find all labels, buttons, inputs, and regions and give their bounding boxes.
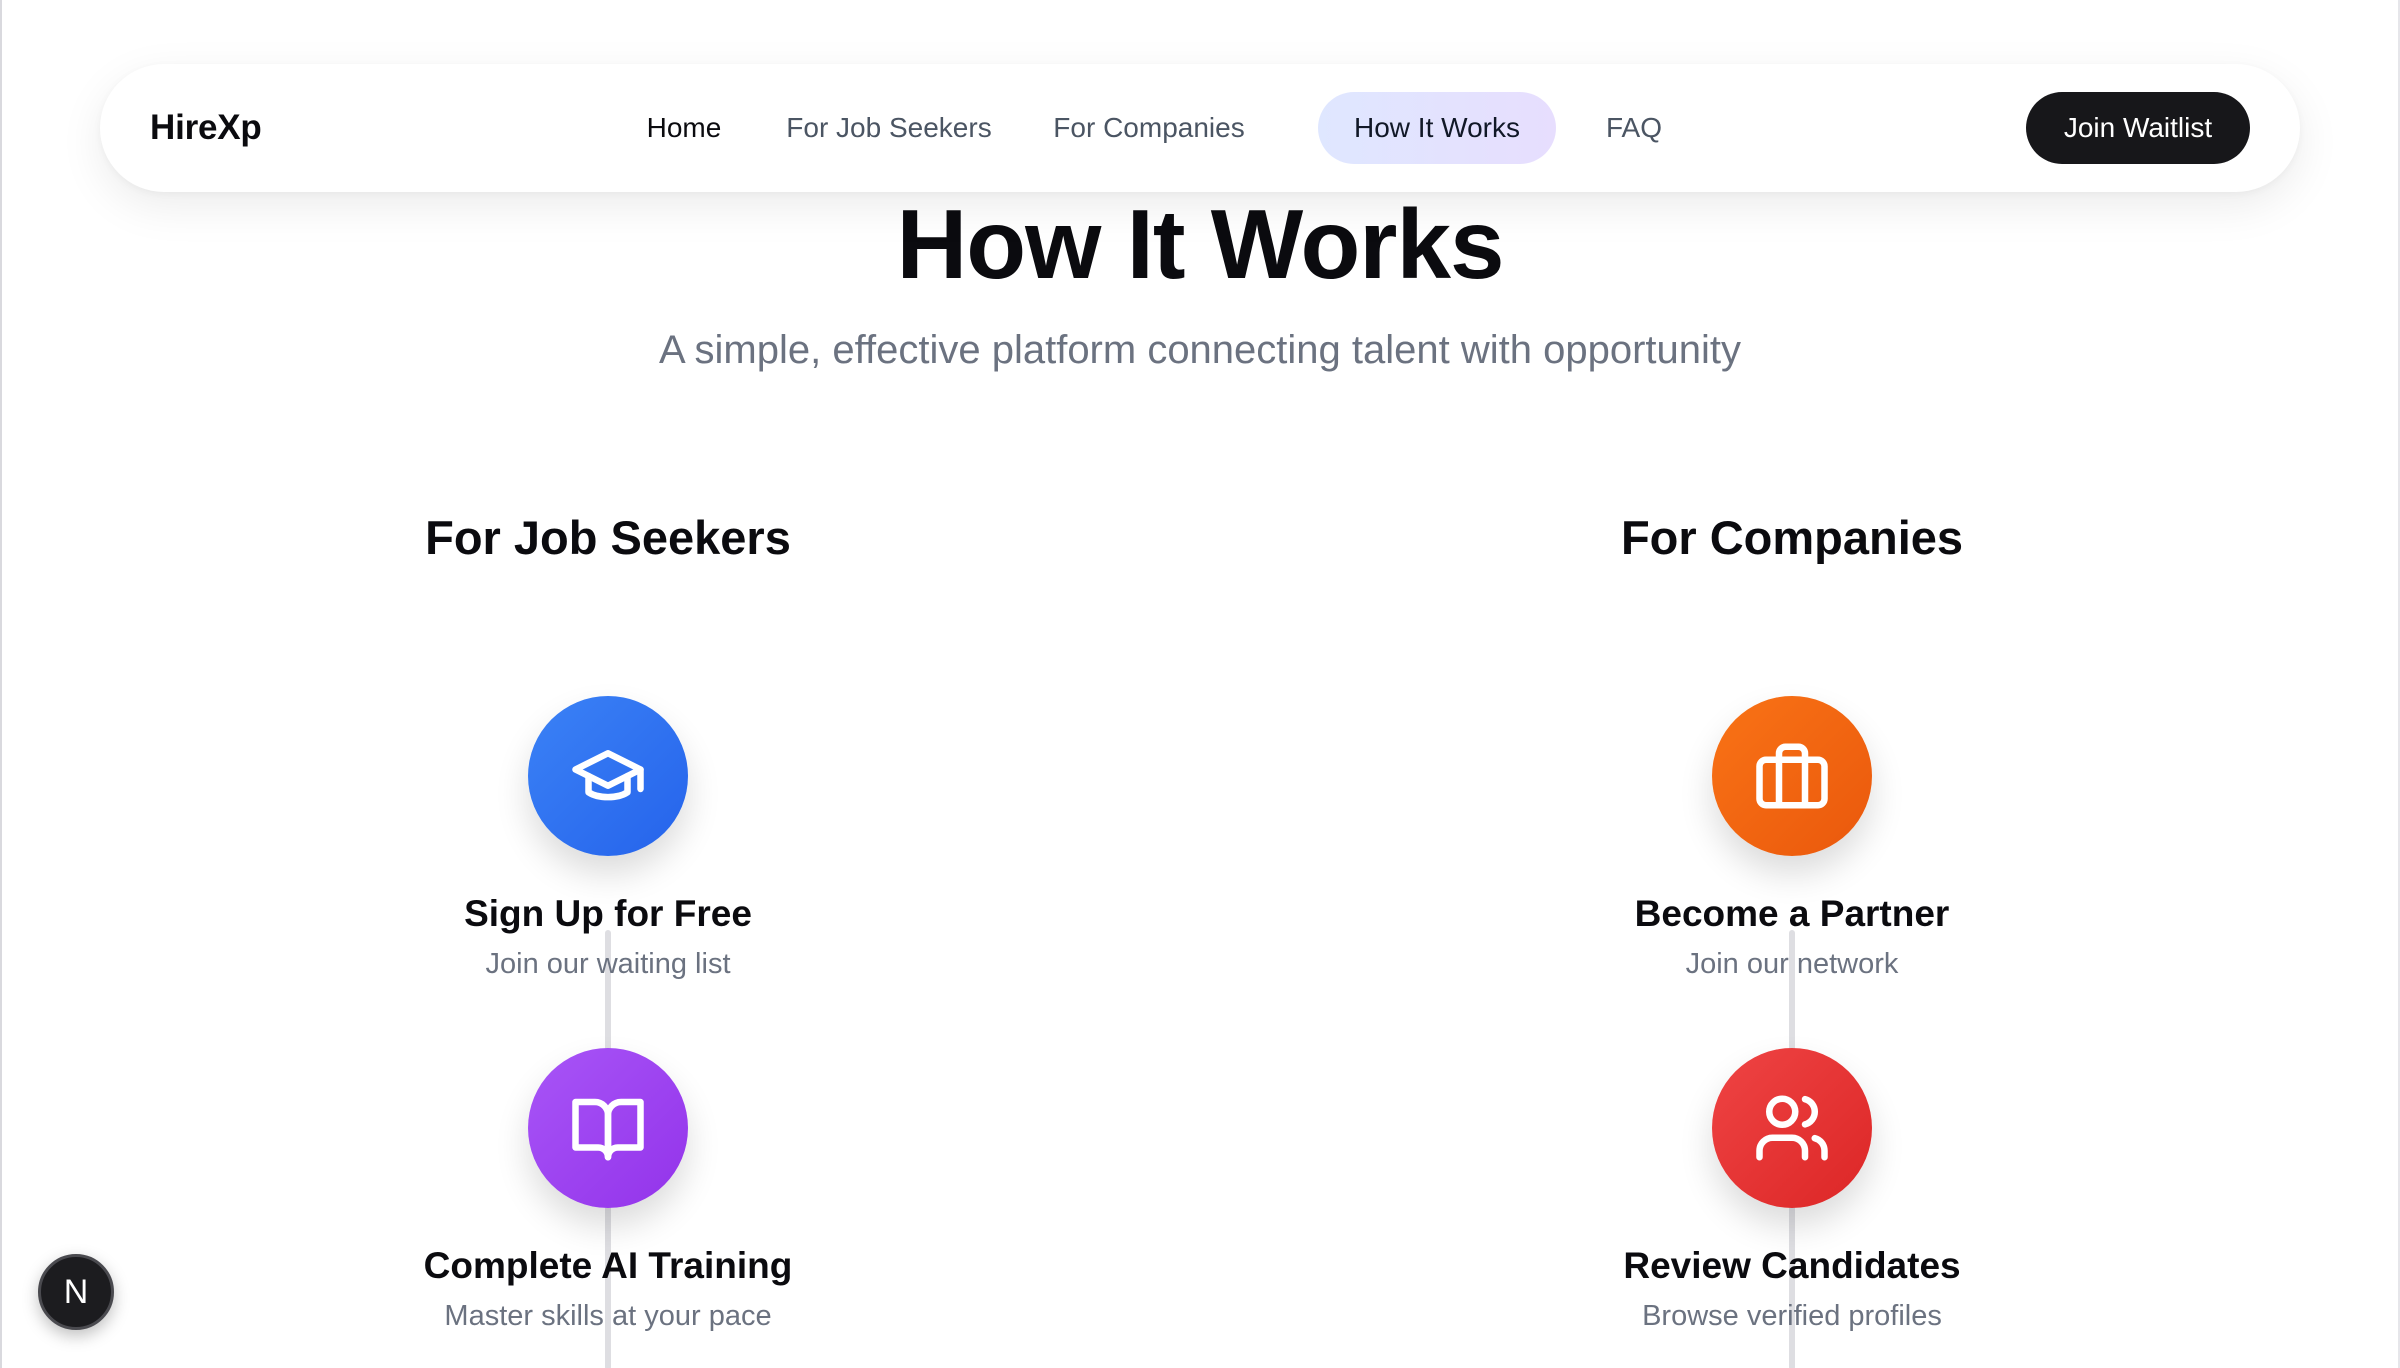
- nav-link-how-it-works[interactable]: How It Works: [1318, 92, 1556, 164]
- step-description: Master skills at your pace: [444, 1300, 772, 1332]
- step-description: Join our waiting list: [485, 948, 731, 980]
- companies-heading: For Companies: [1620, 511, 1964, 564]
- nav-link-for-job-seekers[interactable]: For Job Seekers: [772, 92, 1006, 164]
- step-description: Join our network: [1685, 948, 1899, 980]
- page-subtitle: A simple, effective platform connecting …: [658, 328, 1742, 372]
- job-seekers-heading: For Job Seekers: [425, 511, 791, 564]
- companies-column: For Companies Become a Partner Join our …: [1442, 500, 2142, 1368]
- nav-link-home[interactable]: Home: [622, 92, 746, 164]
- page-title: How It Works: [896, 189, 1505, 299]
- dev-tools-badge[interactable]: N: [38, 1254, 114, 1330]
- step-sign-up: Sign Up for Free Join our waiting list: [258, 696, 958, 996]
- nav-links: Home For Job Seekers For Companies How I…: [100, 64, 2300, 192]
- nav-link-faq[interactable]: FAQ: [1590, 92, 1678, 164]
- step-title: Review Candidates: [1623, 1245, 1961, 1286]
- navbar: HireXp Home For Job Seekers For Companie…: [100, 64, 2300, 192]
- step-become-partner: Become a Partner Join our network: [1442, 696, 2142, 996]
- dev-badge-label: N: [63, 1273, 89, 1311]
- step-description: Browse verified profiles: [1642, 1300, 1942, 1332]
- step-title: Sign Up for Free: [464, 893, 752, 934]
- step-ai-training: Complete AI Training Master skills at yo…: [258, 1048, 958, 1348]
- briefcase-icon: [1712, 696, 1872, 856]
- step-review-candidates: Review Candidates Browse verified profil…: [1442, 1048, 2142, 1348]
- book-open-icon: [528, 1048, 688, 1208]
- nav-link-for-companies[interactable]: For Companies: [1032, 92, 1266, 164]
- users-icon: [1712, 1048, 1872, 1208]
- join-waitlist-button[interactable]: Join Waitlist: [2026, 92, 2250, 164]
- page: HireXp Home For Job Seekers For Companie…: [0, 0, 2400, 1368]
- job-seekers-column: For Job Seekers Sign Up for Free Join ou…: [258, 500, 958, 1368]
- step-title: Become a Partner: [1634, 893, 1950, 934]
- step-title: Complete AI Training: [423, 1245, 793, 1286]
- graduation-cap-icon: [528, 696, 688, 856]
